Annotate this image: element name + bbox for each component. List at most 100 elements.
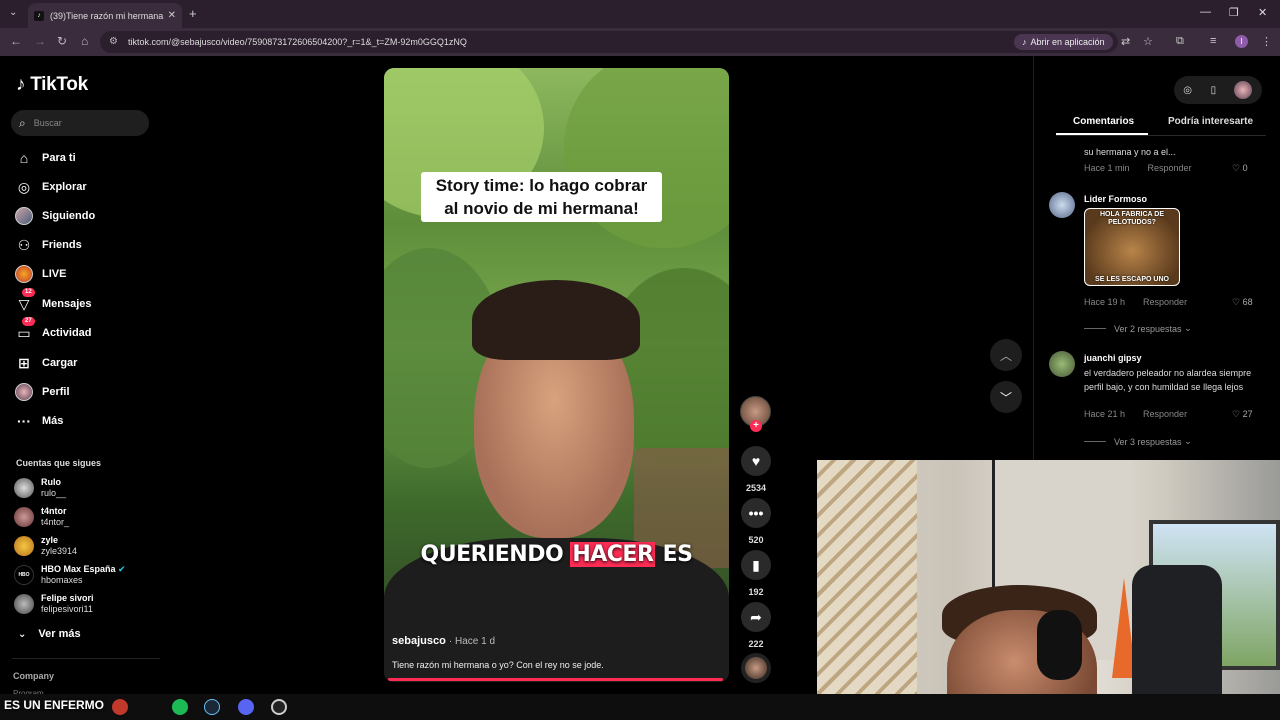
nav-siguiendo[interactable]: Siguiendo: [14, 206, 95, 226]
restore-icon[interactable]: ❐: [1229, 6, 1239, 19]
obs-icon[interactable]: [271, 699, 287, 715]
browser-menu-icon[interactable]: ⋮: [1261, 35, 1272, 48]
nav-friends[interactable]: ⚇ Friends: [14, 235, 82, 255]
back-icon[interactable]: ←: [10, 34, 22, 48]
account-name: zyle: [41, 535, 59, 545]
forward-icon[interactable]: →: [34, 34, 46, 48]
avatar: [14, 594, 34, 614]
profile-icon: [14, 382, 34, 402]
translate-icon[interactable]: ⇄: [1121, 35, 1130, 48]
followed-account[interactable]: Felipe sivori felipesivori11: [14, 592, 94, 616]
comment-text: su hermana y no a el...: [1084, 147, 1176, 157]
follow-plus-icon[interactable]: +: [750, 420, 762, 432]
followed-account[interactable]: zyle zyle3914: [14, 534, 77, 558]
reload-icon[interactable]: ↻: [57, 34, 67, 48]
verified-icon: ✔: [118, 564, 126, 574]
nav-para-ti[interactable]: ⌂ Para ti: [14, 148, 76, 168]
comment-author[interactable]: juanchi gipsy: [1084, 353, 1142, 363]
spotify-icon[interactable]: [172, 699, 188, 715]
tab-list-icon[interactable]: ⌄: [9, 7, 17, 18]
close-tab-icon[interactable]: ✕: [168, 10, 176, 21]
caption-line: Story time: lo hago cobrar: [435, 176, 648, 195]
video-subtitle: QUERIENDO HACER ES: [420, 542, 693, 567]
close-window-icon[interactable]: ✕: [1258, 6, 1267, 19]
followed-account[interactable]: t4ntor t4ntor_: [14, 505, 69, 529]
taskbar: [0, 694, 1280, 720]
followed-account[interactable]: HBO HBO Max España ✔ hbomaxes: [14, 563, 126, 587]
device-icon[interactable]: ▯: [1211, 85, 1217, 96]
video-progress-bar[interactable]: [388, 678, 723, 681]
reply-button[interactable]: Responder: [1143, 409, 1187, 419]
company-link[interactable]: Company: [13, 671, 54, 681]
nav-explorar[interactable]: ◎ Explorar: [14, 177, 87, 197]
site-info-icon[interactable]: ⚙: [109, 36, 118, 47]
comment-author[interactable]: Lider Formoso: [1084, 194, 1147, 204]
following-avatar-icon: [14, 206, 34, 226]
heart-icon[interactable]: ♥: [741, 446, 771, 476]
home-browser-icon[interactable]: ⌂: [81, 34, 88, 48]
video-author[interactable]: sebajusco · Hace 1 d: [392, 635, 495, 647]
nav-label: Friends: [42, 239, 82, 251]
nav-perfil[interactable]: Perfil: [14, 382, 70, 402]
browser-profile-avatar[interactable]: I: [1235, 35, 1248, 48]
followed-account[interactable]: Rulo rulo__: [14, 476, 66, 500]
nav-mensajes[interactable]: ▽ 12 Mensajes: [14, 288, 92, 314]
tiktok-logo[interactable]: ♪ TikTok: [16, 74, 88, 96]
see-more-button[interactable]: ⌄ Ver más: [18, 628, 81, 640]
reply-button[interactable]: Responder: [1148, 163, 1192, 173]
caption-line: al novio de mi hermana!: [444, 199, 639, 218]
bookmark-star-icon[interactable]: ☆: [1143, 35, 1153, 48]
nav-label: LIVE: [42, 268, 67, 280]
avatar[interactable]: [1049, 351, 1075, 377]
nav-label: Para ti: [42, 152, 76, 164]
chevron-down-icon: ﹀: [999, 390, 1012, 405]
compass-small-icon[interactable]: ◎: [1183, 85, 1192, 96]
comment-icon[interactable]: •••: [741, 498, 771, 528]
save-action[interactable]: ▮ 192: [740, 550, 772, 597]
search-input[interactable]: ⌕ Buscar: [11, 110, 149, 136]
browser-tab[interactable]: ♪ (39)Tiene razón mi hermana o y ✕: [28, 3, 182, 28]
music-disc-icon[interactable]: [741, 653, 771, 683]
comment-count: 520: [748, 535, 764, 545]
user-avatar[interactable]: [1234, 81, 1252, 99]
tab-podria-interesarte[interactable]: Podría interesarte: [1168, 116, 1253, 127]
nav-mas[interactable]: ··· Más: [14, 411, 63, 431]
reply-button[interactable]: Responder: [1143, 297, 1187, 307]
app-icon[interactable]: [112, 699, 128, 715]
comment-action[interactable]: ••• 520: [740, 498, 772, 545]
like-action[interactable]: ♥ 2534: [740, 446, 772, 493]
comment-time: Hace 1 min: [1084, 163, 1130, 173]
extensions-icon[interactable]: ⧉: [1176, 35, 1184, 48]
author-name[interactable]: sebajusco: [392, 635, 446, 647]
activity-badge: 27: [22, 317, 35, 326]
account-handle: t4ntor_: [41, 517, 70, 527]
comment-meta: Hace 1 min Responder: [1084, 163, 1192, 173]
nav-live[interactable]: LIVE: [14, 264, 66, 284]
comment-like[interactable]: ♡ 27: [1232, 409, 1253, 420]
new-tab-icon[interactable]: +: [189, 6, 197, 21]
share-action[interactable]: ➦ 222: [740, 602, 772, 649]
next-video-button[interactable]: ﹀: [990, 381, 1022, 413]
bookmark-icon[interactable]: ▮: [741, 550, 771, 580]
tab-comentarios[interactable]: Comentarios: [1073, 116, 1134, 127]
view-replies-button[interactable]: Ver 3 respuestas ⌄: [1084, 436, 1192, 447]
following-header: Cuentas que sigues: [16, 458, 102, 468]
chevron-down-icon: ⌄: [1184, 436, 1192, 446]
chevron-down-icon: ⌄: [1184, 323, 1192, 333]
nav-actividad[interactable]: ▭ 27 Actividad: [14, 317, 92, 343]
discord-icon[interactable]: [238, 699, 254, 715]
comment-like[interactable]: ♡ 68: [1232, 297, 1253, 308]
steam-icon[interactable]: [204, 699, 220, 715]
video-player[interactable]: Story time: lo hago cobrar al novio de m…: [384, 68, 729, 682]
minimize-icon[interactable]: —: [1200, 6, 1211, 18]
media-control-icon[interactable]: ≡: [1210, 35, 1216, 47]
share-icon[interactable]: ➦: [741, 602, 771, 632]
open-in-app-button[interactable]: ♪ Abrir en aplicación: [1014, 34, 1113, 50]
previous-video-button[interactable]: ︿: [990, 339, 1022, 371]
nav-cargar[interactable]: ⊞ Cargar: [14, 353, 77, 373]
comment-like[interactable]: ♡ 0: [1232, 163, 1248, 174]
avatar[interactable]: [1049, 192, 1075, 218]
address-bar[interactable]: tiktok.com/@sebajusco/video/759087317260…: [100, 31, 1118, 53]
view-replies-button[interactable]: Ver 2 respuestas ⌄: [1084, 323, 1192, 334]
comment-time: Hace 19 h: [1084, 297, 1126, 307]
